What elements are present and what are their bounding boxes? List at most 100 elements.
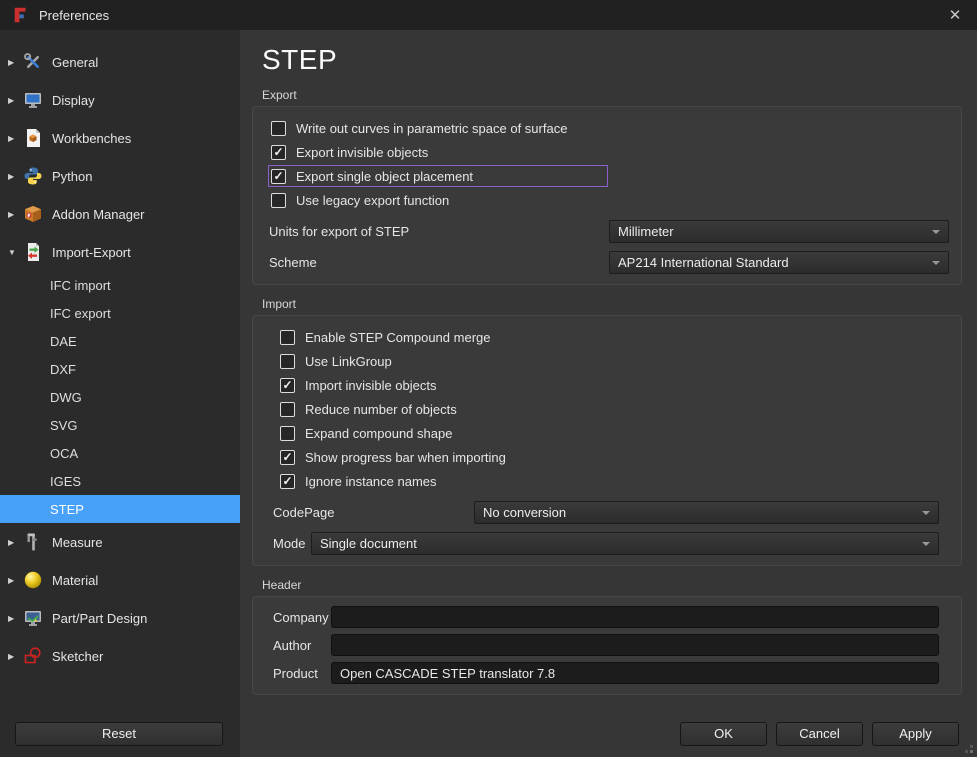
sidebar-item-label: Part/Part Design <box>52 611 147 626</box>
sidebar-item-addon-manager[interactable]: ▶ Addon Manager <box>0 195 240 233</box>
preferences-window: Preferences ✕ ▶ General ▶ <box>0 0 977 757</box>
sidebar-item-dwg[interactable]: DWG <box>0 383 240 411</box>
sidebar-item-label: STEP <box>50 502 84 517</box>
mode-select[interactable]: Single document <box>311 532 939 555</box>
checkbox-parametric-curves[interactable] <box>271 121 286 136</box>
window-title: Preferences <box>39 8 109 23</box>
import-group: Enable STEP Compound merge Use LinkGroup… <box>252 315 962 566</box>
units-label: Units for export of STEP <box>269 224 609 239</box>
import-group-label: Import <box>262 297 977 311</box>
apply-button[interactable]: Apply <box>872 722 959 746</box>
step-settings-panel: STEP Export Write out curves in parametr… <box>240 30 977 757</box>
sidebar-item-label: Import-Export <box>52 245 131 260</box>
checkbox-reduce-objects[interactable] <box>280 402 295 417</box>
sidebar-item-label: OCA <box>50 446 78 461</box>
sidebar-item-display[interactable]: ▶ Display <box>0 81 240 119</box>
dialog-buttons: OK Cancel Apply <box>680 722 959 746</box>
sidebar-item-dae[interactable]: DAE <box>0 327 240 355</box>
company-row: Company <box>273 606 949 628</box>
chevron-down-icon <box>922 542 930 546</box>
scheme-select[interactable]: AP214 International Standard <box>609 251 949 274</box>
checkbox-import-invisible[interactable]: ✓ <box>280 378 295 393</box>
preferences-sidebar: ▶ General ▶ <box>0 30 240 757</box>
codepage-row: CodePage No conversion <box>273 501 949 524</box>
workbenches-icon <box>22 127 44 149</box>
chevron-down-icon <box>922 511 930 515</box>
sidebar-item-material[interactable]: ▶ Material <box>0 561 240 599</box>
sidebar-item-ifc-export[interactable]: IFC export <box>0 299 240 327</box>
checkbox-row-progress-bar: ✓ Show progress bar when importing <box>278 445 949 469</box>
sidebar-item-label: IGES <box>50 474 81 489</box>
ok-button[interactable]: OK <box>680 722 767 746</box>
author-row: Author <box>273 634 949 656</box>
author-field[interactable] <box>331 634 939 656</box>
sidebar-item-label: Addon Manager <box>52 207 145 222</box>
checkbox-linkgroup[interactable] <box>280 354 295 369</box>
sidebar-item-python[interactable]: ▶ Python <box>0 157 240 195</box>
sidebar-item-label: DWG <box>50 390 82 405</box>
product-field[interactable] <box>331 662 939 684</box>
checkbox-export-invisible[interactable]: ✓ <box>271 145 286 160</box>
sidebar-item-oca[interactable]: OCA <box>0 439 240 467</box>
expand-arrow-icon[interactable]: ▶ <box>0 538 22 547</box>
addon-manager-icon <box>22 203 44 225</box>
titlebar: Preferences ✕ <box>0 0 977 30</box>
sidebar-item-part-design[interactable]: ▶ Part/Part Design <box>0 599 240 637</box>
scheme-selected-value: AP214 International Standard <box>618 255 789 270</box>
display-icon <box>22 89 44 111</box>
checkbox-progress-bar[interactable]: ✓ <box>280 450 295 465</box>
sidebar-item-label: Python <box>52 169 92 184</box>
measure-icon <box>22 531 44 553</box>
cancel-button[interactable]: Cancel <box>776 722 863 746</box>
checkbox-row-legacy-export: Use legacy export function <box>269 188 949 212</box>
sketcher-icon <box>22 645 44 667</box>
company-field[interactable] <box>331 606 939 628</box>
checkbox-compound-merge[interactable] <box>280 330 295 345</box>
expand-arrow-icon[interactable]: ▶ <box>0 96 22 105</box>
checkbox-expand-compound[interactable] <box>280 426 295 441</box>
sidebar-item-label: SVG <box>50 418 77 433</box>
collapse-arrow-icon[interactable]: ▼ <box>0 248 22 257</box>
expand-arrow-icon[interactable]: ▶ <box>0 576 22 585</box>
mode-selected-value: Single document <box>320 536 417 551</box>
checkbox-row-linkgroup: Use LinkGroup <box>278 349 949 373</box>
sidebar-item-ifc-import[interactable]: IFC import <box>0 271 240 299</box>
expand-arrow-icon[interactable]: ▶ <box>0 652 22 661</box>
sidebar-item-dxf[interactable]: DXF <box>0 355 240 383</box>
sidebar-item-measure[interactable]: ▶ Measure <box>0 523 240 561</box>
mode-row: Mode Single document <box>273 532 949 555</box>
scheme-row: Scheme AP214 International Standard <box>269 251 949 274</box>
close-icon[interactable]: ✕ <box>933 0 977 30</box>
sidebar-item-general[interactable]: ▶ General <box>0 43 240 81</box>
sidebar-item-label: Measure <box>52 535 103 550</box>
expand-arrow-icon[interactable]: ▶ <box>0 172 22 181</box>
sidebar-item-import-export[interactable]: ▼ Import-Export <box>0 233 240 271</box>
sidebar-item-workbenches[interactable]: ▶ Workbenches <box>0 119 240 157</box>
page-title: STEP <box>262 44 977 76</box>
checkbox-ignore-instance-names[interactable]: ✓ <box>280 474 295 489</box>
checkbox-single-placement[interactable]: ✓ <box>271 169 286 184</box>
expand-arrow-icon[interactable]: ▶ <box>0 58 22 67</box>
sidebar-item-label: Display <box>52 93 95 108</box>
header-group-label: Header <box>262 578 977 592</box>
sidebar-item-sketcher[interactable]: ▶ Sketcher <box>0 637 240 675</box>
sidebar-item-svg[interactable]: SVG <box>0 411 240 439</box>
checkbox-row-expand-compound: Expand compound shape <box>278 421 949 445</box>
checkbox-row-export-invisible: ✓ Export invisible objects <box>269 140 949 164</box>
expand-arrow-icon[interactable]: ▶ <box>0 134 22 143</box>
units-select[interactable]: Millimeter <box>609 220 949 243</box>
expand-arrow-icon[interactable]: ▶ <box>0 614 22 623</box>
checkbox-legacy-export[interactable] <box>271 193 286 208</box>
reset-button[interactable]: Reset <box>15 722 223 746</box>
resize-grip[interactable] <box>970 750 973 753</box>
chevron-down-icon <box>932 230 940 234</box>
units-row: Units for export of STEP Millimeter <box>269 220 949 243</box>
codepage-select[interactable]: No conversion <box>474 501 939 524</box>
header-group: Company Author Product <box>252 596 962 695</box>
sidebar-item-iges[interactable]: IGES <box>0 467 240 495</box>
checkbox-row-parametric-curves: Write out curves in parametric space of … <box>269 116 949 140</box>
product-label: Product <box>273 666 331 681</box>
sidebar-item-step[interactable]: STEP <box>0 495 240 523</box>
units-selected-value: Millimeter <box>618 224 674 239</box>
expand-arrow-icon[interactable]: ▶ <box>0 210 22 219</box>
